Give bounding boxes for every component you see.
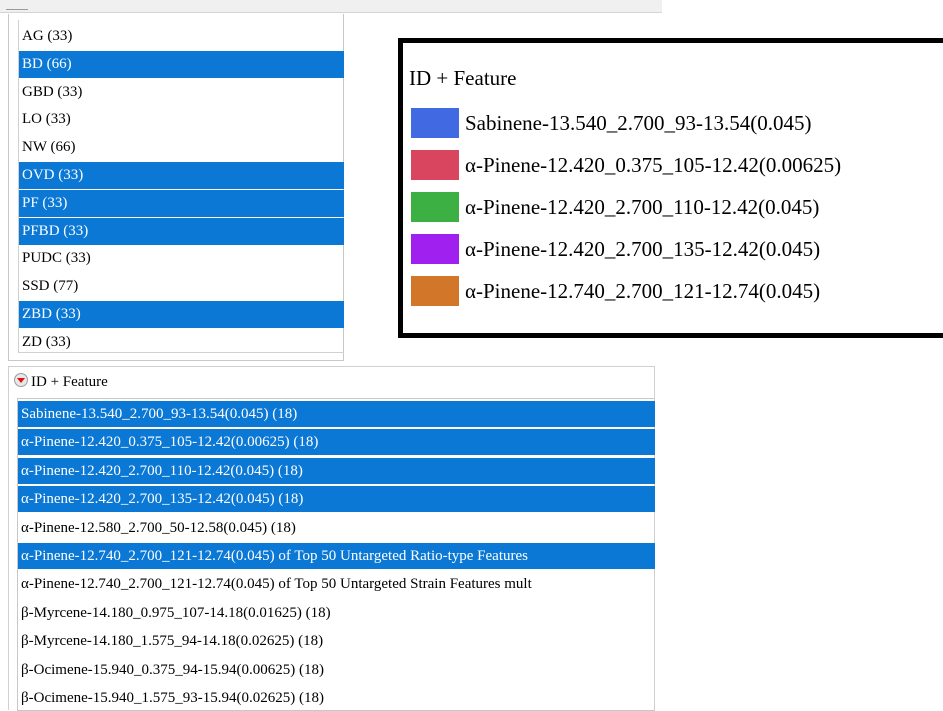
- legend-item-label: α-Pinene-12.420_2.700_135-12.42(0.045): [465, 237, 821, 261]
- feature-list-item[interactable]: β-Ocimene-15.940_1.575_93-15.94(0.02625)…: [18, 685, 655, 711]
- panel-corner-line: [6, 9, 28, 10]
- group-list-item[interactable]: PUDC (33): [19, 245, 344, 272]
- legend-item-label: Sabinene-13.540_2.700_93-13.54(0.045): [465, 111, 812, 135]
- feature-list-item[interactable]: α-Pinene-12.420_2.700_135-12.42(0.045) (…: [18, 486, 655, 513]
- group-list-item[interactable]: PFBD (33): [19, 217, 344, 245]
- legend-item-label: α-Pinene-12.420_0.375_105-12.42(0.00625): [465, 153, 842, 177]
- group-list-panel: AG (33) BD (66) GBD (33) LO (33) NW (66) OVD …: [8, 14, 344, 361]
- group-list-item[interactable]: BD (66): [19, 50, 344, 78]
- group-list-item[interactable]: GBD (33): [19, 79, 344, 106]
- feature-list-item[interactable]: α-Pinene-12.420_0.375_105-12.42(0.00625)…: [18, 429, 655, 456]
- group-list-item[interactable]: ZBD (33): [19, 301, 344, 328]
- legend-swatch: [411, 150, 459, 180]
- group-list-item[interactable]: AG (33): [19, 23, 344, 50]
- feature-list-item[interactable]: α-Pinene-12.420_2.700_110-12.42(0.045) (…: [18, 457, 655, 484]
- feature-list-item[interactable]: α-Pinene-12.580_2.700_50-12.58(0.045) (1…: [18, 515, 655, 541]
- group-list-item[interactable]: NW (66): [19, 134, 344, 161]
- legend-swatch: [411, 276, 459, 306]
- legend-swatch: [411, 234, 459, 264]
- feature-list-item[interactable]: β-Ocimene-15.940_0.375_94-15.94(0.00625)…: [18, 657, 655, 683]
- feature-list-item[interactable]: Sabinene-13.540_2.700_93-13.54(0.045) (1…: [18, 401, 655, 427]
- group-list-item[interactable]: SSD (77): [19, 273, 344, 300]
- feature-panel: ID + Feature Sabinene-13.540_2.700_93-13…: [8, 366, 655, 711]
- feature-list[interactable]: Sabinene-13.540_2.700_93-13.54(0.045) (1…: [17, 398, 655, 711]
- legend-item-label: α-Pinene-12.420_2.700_110-12.42(0.045): [465, 195, 820, 219]
- feature-list-item[interactable]: α-Pinene-12.740_2.700_121-12.74(0.045) o…: [18, 571, 655, 597]
- group-list-item[interactable]: OVD (33): [19, 162, 344, 189]
- feature-header[interactable]: ID + Feature: [14, 372, 108, 392]
- group-list-item[interactable]: LO (33): [19, 106, 344, 133]
- feature-list-item[interactable]: β-Myrcene-14.180_1.575_94-14.18(0.02625)…: [18, 628, 655, 654]
- dropdown-triangle-icon[interactable]: [14, 373, 28, 387]
- feature-list-item[interactable]: β-Myrcene-14.180_0.975_107-14.18(0.01625…: [18, 600, 655, 626]
- legend-title: ID + Feature: [409, 66, 517, 90]
- legend-swatch: [411, 108, 459, 138]
- legend-swatch: [411, 192, 459, 222]
- group-list-item[interactable]: ZD (33): [19, 329, 344, 356]
- legend-box: ID + Feature Sabinene-13.540_2.700_93-13…: [398, 38, 943, 338]
- group-list-item[interactable]: PF (33): [19, 189, 344, 217]
- feature-header-label: ID + Feature: [31, 374, 108, 390]
- legend-item-label: α-Pinene-12.740_2.700_121-12.74(0.045): [465, 279, 821, 303]
- panel-top-edge: [0, 0, 662, 13]
- group-list[interactable]: AG (33) BD (66) GBD (33) LO (33) NW (66) OVD …: [18, 20, 344, 353]
- feature-list-item[interactable]: α-Pinene-12.740_2.700_121-12.74(0.045) o…: [18, 543, 655, 569]
